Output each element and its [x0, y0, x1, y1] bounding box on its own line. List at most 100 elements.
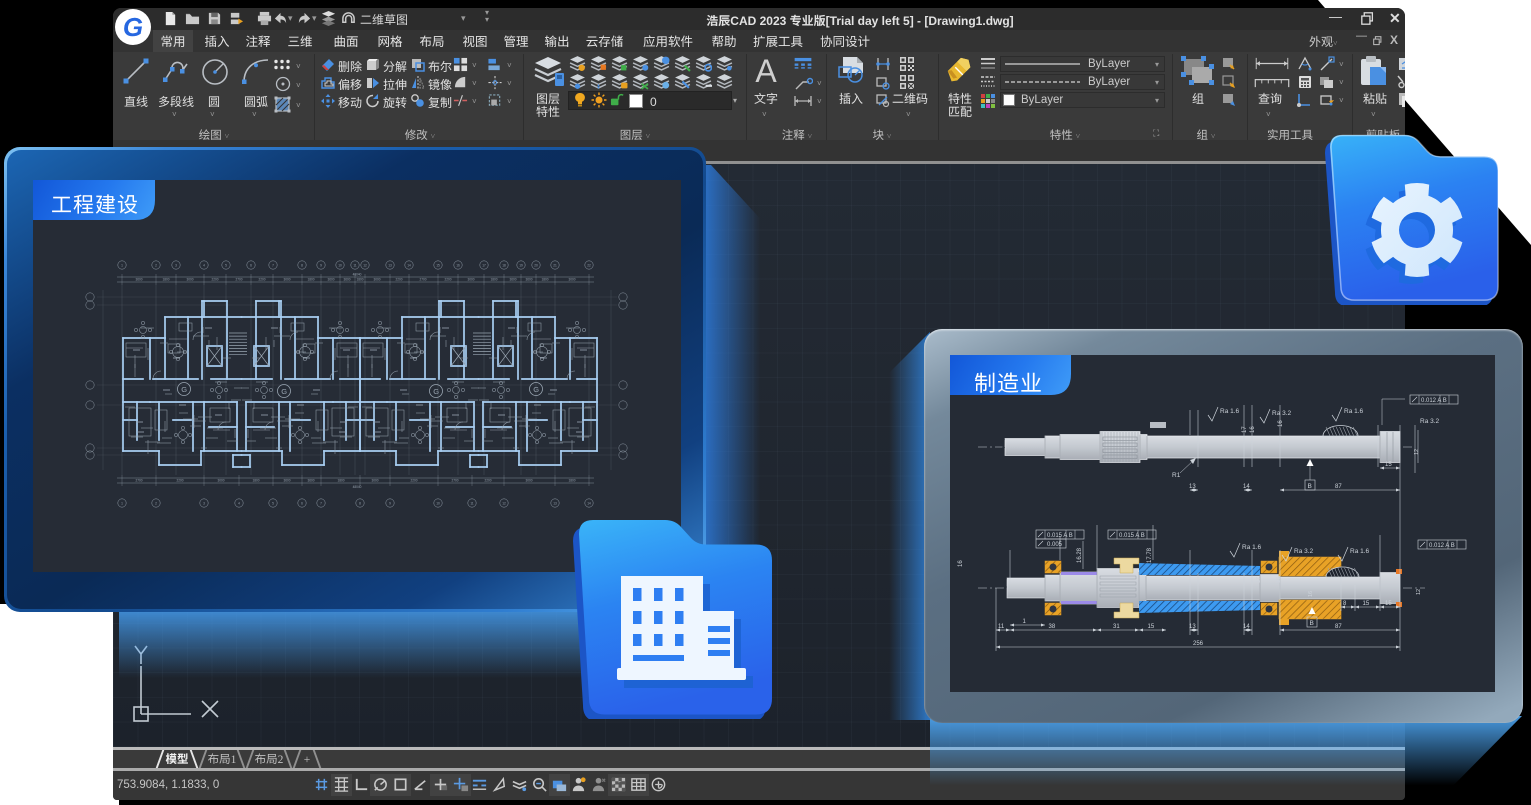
svg-text:Ra 1.6: Ra 1.6: [1242, 544, 1262, 551]
svg-text:3600: 3600: [307, 479, 314, 483]
svg-text:14: 14: [1243, 484, 1250, 490]
svg-text:2200: 2200: [211, 278, 218, 282]
svg-text:38: 38: [1049, 624, 1056, 630]
svg-text:4: 4: [238, 501, 240, 505]
svg-text:2: 2: [155, 501, 157, 505]
svg-text:3000: 3000: [283, 278, 290, 282]
svg-text:Ra 1.6: Ra 1.6: [1350, 548, 1370, 555]
svg-text:256: 256: [1193, 641, 1204, 647]
svg-text:16: 16: [456, 263, 460, 267]
svg-text:12: 12: [1414, 449, 1420, 455]
svg-text:11: 11: [998, 624, 1005, 630]
svg-text:1800: 1800: [356, 278, 363, 282]
svg-text:9: 9: [389, 501, 391, 505]
svg-text:16: 16: [1308, 591, 1314, 597]
svg-text:5: 5: [225, 263, 227, 267]
svg-text:3: 3: [175, 263, 177, 267]
svg-text:8: 8: [359, 501, 361, 505]
svg-text:2200: 2200: [395, 278, 402, 282]
svg-text:7: 7: [320, 501, 322, 505]
svg-text:3600: 3600: [525, 278, 532, 282]
svg-text:15: 15: [436, 263, 440, 267]
svg-text:3600: 3600: [343, 278, 350, 282]
svg-text:9: 9: [320, 263, 322, 267]
svg-text:3000: 3000: [373, 278, 380, 282]
svg-text:16: 16: [1276, 577, 1282, 583]
svg-text:7: 7: [272, 263, 274, 267]
svg-text:5: 5: [272, 501, 274, 505]
svg-text:3000: 3000: [525, 479, 532, 483]
svg-text:G: G: [181, 385, 187, 394]
svg-text:17.78: 17.78: [1147, 547, 1153, 563]
svg-text:Ra 1.6: Ra 1.6: [1220, 408, 1240, 415]
svg-text:R1: R1: [1172, 472, 1181, 479]
svg-text:3: 3: [203, 501, 205, 505]
svg-text:0.005: 0.005: [1047, 542, 1063, 548]
svg-text:1800: 1800: [337, 479, 344, 483]
svg-text:22: 22: [587, 263, 591, 267]
svg-text:2700: 2700: [235, 278, 242, 282]
svg-text:8: 8: [301, 263, 303, 267]
svg-text:14: 14: [587, 501, 591, 505]
svg-text:3000: 3000: [186, 278, 193, 282]
svg-text:Ra 3.2: Ra 3.2: [1420, 418, 1440, 425]
svg-text:13: 13: [388, 263, 392, 267]
svg-text:1: 1: [121, 501, 123, 505]
svg-text:18: 18: [502, 263, 506, 267]
svg-text:2200: 2200: [444, 278, 451, 282]
svg-text:14: 14: [407, 263, 411, 267]
svg-text:10: 10: [436, 501, 440, 505]
svg-text:16.28: 16.28: [1077, 547, 1083, 563]
svg-text:1800: 1800: [541, 278, 548, 282]
svg-text:8: 8: [1343, 601, 1347, 607]
svg-text:15: 15: [1385, 462, 1392, 468]
svg-text:1800: 1800: [307, 278, 314, 282]
svg-text:12: 12: [502, 501, 506, 505]
svg-text:1800: 1800: [162, 278, 169, 282]
svg-text:12: 12: [363, 263, 367, 267]
svg-text:87: 87: [1335, 484, 1342, 490]
svg-text:Ra 1.6: Ra 1.6: [1344, 408, 1364, 415]
svg-text:15: 15: [1148, 624, 1155, 630]
svg-text:17: 17: [482, 263, 486, 267]
svg-text:2200: 2200: [258, 278, 265, 282]
svg-text:0.012 A B: 0.012 A B: [1421, 398, 1447, 404]
svg-text:Ra 3.2: Ra 3.2: [1294, 548, 1314, 555]
svg-text:G: G: [281, 387, 287, 396]
svg-text:11: 11: [353, 263, 357, 267]
svg-text:87: 87: [1335, 624, 1342, 630]
svg-text:6: 6: [301, 501, 303, 505]
svg-text:1800: 1800: [252, 479, 259, 483]
svg-text:15: 15: [1363, 601, 1370, 607]
svg-text:0.012 A B: 0.012 A B: [1429, 543, 1455, 549]
svg-text:0.015 A B: 0.015 A B: [1119, 533, 1145, 539]
svg-text:1800: 1800: [568, 479, 575, 483]
svg-text:3000: 3000: [568, 278, 575, 282]
svg-text:48040: 48040: [353, 273, 362, 277]
svg-text:2200: 2200: [484, 479, 491, 483]
svg-text:16: 16: [1278, 420, 1284, 427]
svg-text:10: 10: [338, 263, 342, 267]
svg-text:17: 17: [1256, 577, 1262, 583]
svg-text:3000: 3000: [467, 278, 474, 282]
svg-text:2200: 2200: [176, 479, 183, 483]
svg-text:2: 2: [155, 263, 157, 267]
svg-text:3600: 3600: [327, 278, 334, 282]
svg-text:G: G: [433, 387, 439, 396]
svg-text:12: 12: [1416, 589, 1422, 595]
svg-text:3600: 3600: [135, 278, 142, 282]
svg-text:16: 16: [1250, 426, 1256, 433]
svg-text:13: 13: [553, 501, 557, 505]
svg-text:2200: 2200: [410, 479, 417, 483]
svg-text:17: 17: [1242, 426, 1248, 433]
svg-text:B: B: [1308, 483, 1312, 490]
svg-text:1800: 1800: [490, 278, 497, 282]
svg-text:B: B: [1310, 620, 1314, 627]
svg-text:6: 6: [250, 263, 252, 267]
svg-text:20: 20: [534, 263, 538, 267]
svg-text:3000: 3000: [217, 479, 224, 483]
svg-text:31: 31: [1113, 624, 1120, 630]
svg-text:4: 4: [203, 263, 205, 267]
svg-text:2700: 2700: [451, 479, 458, 483]
svg-text:3000: 3000: [371, 479, 378, 483]
